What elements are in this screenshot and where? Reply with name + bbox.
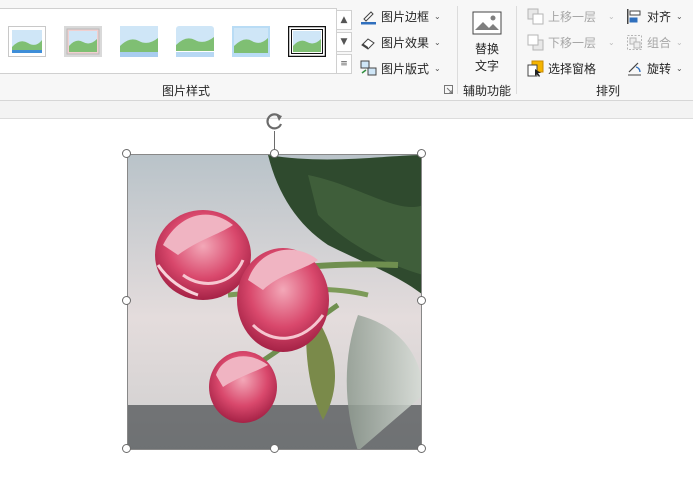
align-icon (627, 8, 641, 24)
ruler-band (0, 101, 693, 119)
chevron-down-icon: ⌄ (434, 63, 441, 73)
chevron-down-icon: ⌄ (434, 11, 441, 21)
picture-style-reflected-rounded[interactable] (176, 26, 214, 57)
picture-border-button[interactable]: 图片边框 ⌄ (360, 5, 441, 27)
group-separator (457, 6, 458, 94)
align-button[interactable]: 对齐 ⌄ (626, 5, 683, 27)
picture-layout-button[interactable]: 图片版式 ⌄ (360, 57, 441, 79)
rotate-icon (628, 62, 641, 75)
tulip-image (128, 155, 421, 449)
rotate-handle-icon[interactable] (264, 110, 286, 132)
bring-forward-label: 上移一层 (548, 9, 597, 24)
picture-style-beveled-matte[interactable] (64, 26, 102, 57)
resize-handle-bottom[interactable] (270, 444, 279, 453)
group-label: 组合 (647, 35, 672, 50)
resize-handle-right[interactable] (417, 296, 426, 305)
chevron-down-icon: ⌄ (676, 63, 683, 73)
rotate-button[interactable]: 旋转 ⌄ (626, 57, 683, 79)
picture-styles-group-label: 图片样式 (162, 84, 211, 98)
chevron-down-icon: ⌄ (434, 37, 441, 47)
tulip-flower (155, 210, 251, 300)
picture-effects-label: 图片效果 (381, 35, 430, 50)
pencil-border-icon (361, 10, 376, 24)
gallery-scroll-up-button[interactable]: ▲ (336, 10, 352, 30)
group-separator (516, 6, 517, 94)
align-label: 对齐 (647, 9, 672, 24)
resize-handle-left[interactable] (122, 296, 131, 305)
alt-text-icon (472, 11, 502, 35)
tulip-flower (237, 248, 329, 352)
chevron-down-icon: ⌄ (608, 11, 615, 21)
send-backward-icon (527, 34, 544, 50)
chevron-down-icon: ⌄ (676, 37, 683, 47)
resize-handle-bottom-right[interactable] (417, 444, 426, 453)
bring-forward-button[interactable]: 上移一层 ⌄ (527, 5, 615, 27)
selection-pane-icon (527, 60, 544, 77)
gallery-more-button[interactable]: ≡ (336, 54, 352, 74)
group-button[interactable]: 组合 ⌄ (626, 31, 683, 53)
alt-text-button[interactable]: 替换 文字 (466, 10, 508, 73)
arrange-group-label: 排列 (596, 84, 621, 98)
send-backward-button[interactable]: 下移一层 ⌄ (527, 31, 615, 53)
picture-style-double-frame-black[interactable] (288, 26, 326, 57)
alt-text-label-line1: 替换 (474, 42, 499, 56)
resize-handle-top-left[interactable] (122, 149, 131, 158)
picture-style-soft-edge[interactable] (232, 26, 270, 57)
resize-handle-top[interactable] (270, 149, 279, 158)
picture-layout-icon (360, 60, 377, 75)
rotate-label: 旋转 (647, 61, 672, 76)
gallery-scroll-down-button[interactable]: ▼ (336, 32, 352, 52)
chevron-down-icon: ⌄ (676, 11, 683, 21)
selection-pane-button[interactable]: 选择窗格 (527, 57, 596, 79)
group-icon (627, 34, 642, 50)
dialog-launcher-icon[interactable] (444, 85, 453, 94)
alt-text-label-line2: 文字 (474, 59, 499, 73)
ribbon: ▲ ▼ ≡ 图片边框 ⌄ 图片效果 ⌄ 图片版式 ⌄ 图片样式 替换 文字 辅助… (0, 0, 693, 101)
picture-border-label: 图片边框 (381, 9, 430, 24)
resize-handle-bottom-left[interactable] (122, 444, 131, 453)
picture-layout-label: 图片版式 (381, 61, 430, 76)
accessibility-group-label: 辅助功能 (463, 84, 512, 98)
picture-styles-gallery (0, 8, 337, 74)
picture-style-simple-frame-white[interactable] (8, 26, 46, 57)
chevron-down-icon: ⌄ (608, 37, 615, 47)
tulip-flower (209, 351, 277, 423)
send-backward-label: 下移一层 (548, 35, 597, 50)
picture-effects-button[interactable]: 图片效果 ⌄ (360, 31, 441, 53)
tulip-photo[interactable] (127, 154, 422, 450)
selection-pane-label: 选择窗格 (548, 61, 597, 76)
picture-effects-icon (361, 37, 375, 50)
picture-style-metal-frame[interactable] (120, 26, 158, 57)
bring-forward-icon (527, 8, 544, 24)
resize-handle-top-right[interactable] (417, 149, 426, 158)
